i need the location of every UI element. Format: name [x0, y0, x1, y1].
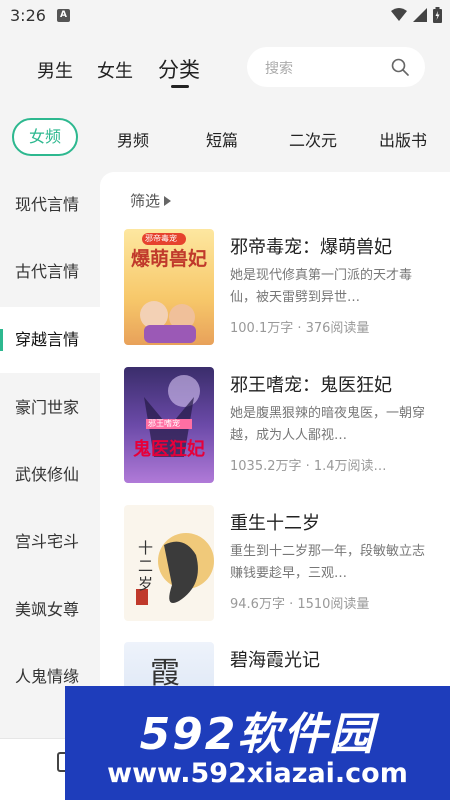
notification-icon: A	[57, 9, 70, 22]
filter-label: 筛选	[130, 192, 161, 210]
cover-tag: 邪帝毒宠	[145, 234, 177, 243]
category-short[interactable]: 短篇	[206, 127, 238, 151]
book-description: 她是现代修真第一门派的天才毒仙，被天雷劈到异世…	[230, 268, 413, 305]
sidebar-item-modern-romance[interactable]: 现代言情	[0, 172, 100, 238]
sidebar-item-female-lead[interactable]: 美飒女尊	[0, 577, 100, 643]
search-icon[interactable]	[391, 58, 409, 76]
tab-female[interactable]: 女生	[97, 57, 133, 83]
book-title: 邪王嗜宠：鬼医狂妃	[230, 375, 392, 396]
book-item[interactable]: 邪王嗜宠 鬼医狂妃 邪王嗜宠：鬼医狂妃 她是腹黑狠辣的暗夜鬼医，一朝穿越，成为人…	[124, 367, 434, 483]
watermark-url: www.592xiazai.com	[107, 758, 408, 789]
watermark-banner: 592软件园 www.592xiazai.com	[65, 686, 450, 800]
battery-icon	[433, 7, 442, 23]
sidebar-item-ancient-romance[interactable]: 古代言情	[0, 239, 100, 305]
category-male[interactable]: 男频	[117, 127, 149, 151]
book-title: 碧海霞光记	[230, 650, 320, 671]
cover-title: 爆萌兽妃	[130, 248, 207, 270]
signal-icon	[413, 8, 427, 22]
status-bar: 3:26 A	[0, 0, 450, 32]
watermark-logo: 592软件园	[139, 709, 376, 760]
book-description: 她是腹黑狠辣的暗夜鬼医，一朝穿越，成为人人鄙视…	[230, 406, 426, 443]
category-published[interactable]: 出版书	[379, 127, 427, 151]
search-box[interactable]: 搜索	[247, 47, 425, 87]
sidebar-item-label: 穿越言情	[15, 330, 80, 349]
status-time: 3:26	[10, 6, 46, 25]
book-item[interactable]: 邪帝毒宠 爆萌兽妃 邪帝毒宠：爆萌兽妃 她是现代修真第一门派的天才毒仙，被天雷劈…	[124, 229, 434, 345]
cover-title: 鬼医狂妃	[133, 439, 205, 460]
filter-button[interactable]: 筛选	[130, 190, 172, 211]
book-item[interactable]: 十二岁 重生十二岁 重生到十二岁那一年，段敏敏立志赚钱要趁早，三观… 94.6万…	[124, 505, 434, 621]
wifi-icon	[391, 8, 407, 21]
book-cover: 邪帝毒宠 爆萌兽妃	[124, 229, 214, 345]
search-placeholder: 搜索	[265, 61, 293, 77]
category-bar: 女频 男频 短篇 二次元 出版书	[0, 110, 450, 165]
cover-tag: 邪王嗜宠	[148, 419, 180, 428]
book-meta: 1035.2万字 · 1.4万阅读…	[230, 459, 387, 474]
sidebar-item-wealthy-family[interactable]: 豪门世家	[0, 375, 100, 441]
tab-category[interactable]: 分类	[158, 54, 200, 84]
tab-male[interactable]: 男生	[37, 57, 73, 83]
status-icons	[391, 7, 442, 23]
sidebar-active-indicator	[0, 329, 3, 351]
book-title: 重生十二岁	[230, 513, 320, 534]
top-navigation: 男生 女生 分类 搜索	[0, 32, 450, 110]
category-anime[interactable]: 二次元	[289, 127, 337, 151]
book-meta: 100.1万字 · 376阅读量	[230, 321, 370, 336]
book-description: 重生到十二岁那一年，段敏敏立志赚钱要趁早，三观…	[230, 544, 426, 581]
active-tab-indicator	[171, 85, 189, 88]
sidebar-item-wuxia[interactable]: 武侠修仙	[0, 442, 100, 508]
book-title: 邪帝毒宠：爆萌兽妃	[230, 237, 392, 258]
sidebar-item-palace[interactable]: 宫斗宅斗	[0, 509, 100, 575]
genre-sidebar: 现代言情 古代言情 穿越言情 豪门世家 武侠修仙 宫斗宅斗 美飒女尊 人鬼情缘	[0, 172, 100, 738]
book-cover: 十二岁	[124, 505, 214, 621]
sidebar-item-time-travel[interactable]: 穿越言情	[0, 307, 100, 373]
category-female[interactable]: 女频	[12, 118, 78, 156]
book-meta: 94.6万字 · 1510阅读量	[230, 597, 370, 612]
cover-title: 十二岁	[138, 539, 154, 593]
book-cover: 邪王嗜宠 鬼医狂妃	[124, 367, 214, 483]
book-list-panel: 筛选 邪帝毒宠 爆萌兽妃 邪帝毒宠：爆萌兽妃 她是现代修真第一门派的天才毒仙，被…	[100, 172, 450, 738]
caret-right-icon	[164, 195, 172, 206]
